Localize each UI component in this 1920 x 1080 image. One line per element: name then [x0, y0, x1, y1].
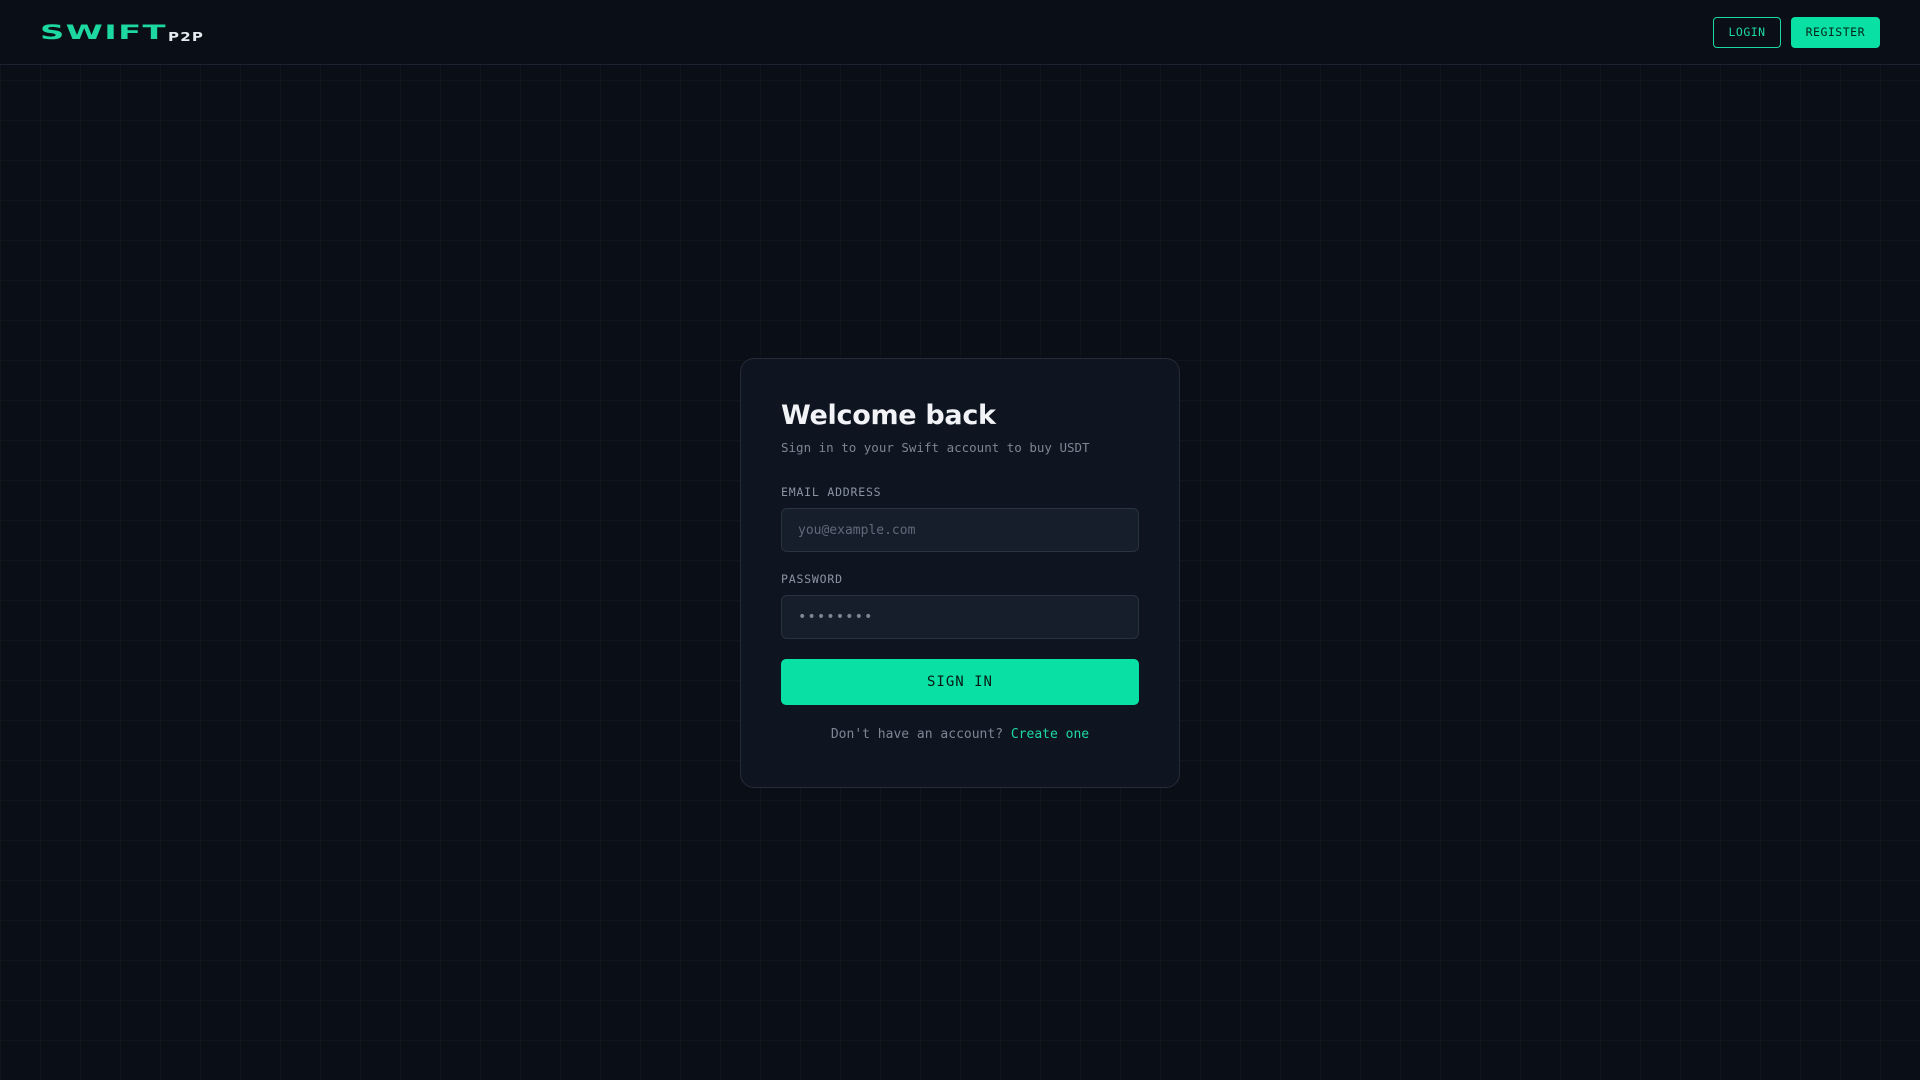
header-actions: LOGIN REGISTER	[1713, 16, 1880, 48]
page-title: Welcome back	[781, 400, 996, 431]
brand-logo[interactable]: SWIFT P2P	[40, 18, 203, 47]
register-prompt-text: Don't have an account?	[830, 727, 1004, 742]
login-card: Welcome back Sign in to your Swift accou…	[740, 358, 1180, 788]
register-prompt: Don't have an account? Create one	[781, 727, 1139, 742]
password-placeholder: ••••••••	[798, 609, 874, 625]
email-label: EMAIL ADDRESS	[781, 485, 882, 499]
login-button[interactable]: LOGIN	[1713, 16, 1781, 48]
password-field[interactable]: ••••••••	[781, 595, 1139, 639]
page-subtitle: Sign in to your Swift account to buy USD…	[781, 440, 1090, 455]
sign-in-button[interactable]: SIGN IN	[781, 659, 1139, 705]
top-navigation-bar: SWIFT P2P LOGIN REGISTER	[0, 0, 1920, 65]
password-label: PASSWORD	[781, 572, 843, 586]
email-field[interactable]: you@example.com	[781, 508, 1139, 552]
create-account-link[interactable]: Create one	[1011, 727, 1089, 742]
email-placeholder: you@example.com	[798, 522, 916, 538]
register-button[interactable]: REGISTER	[1790, 16, 1880, 48]
logo-suffix: P2P	[168, 29, 205, 44]
